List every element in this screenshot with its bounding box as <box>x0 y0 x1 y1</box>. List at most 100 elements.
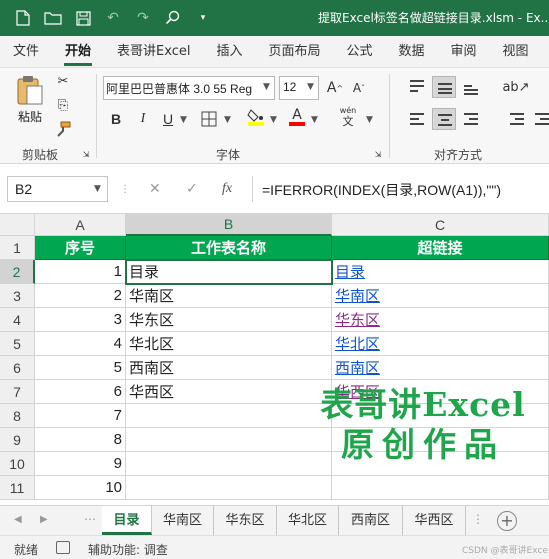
sheet-tab-huaxi[interactable]: 华西区 <box>403 506 466 535</box>
open-folder-icon[interactable] <box>40 5 66 31</box>
table-cell[interactable]: 8 <box>35 428 126 452</box>
table-cell[interactable]: 2 <box>35 284 126 308</box>
decrease-font-icon[interactable]: Aˇ <box>350 77 368 99</box>
row-header[interactable]: 9 <box>0 428 35 452</box>
table-cell[interactable]: 华东区 <box>126 308 332 332</box>
phonetic-dropdown-icon[interactable]: ▼ <box>366 115 373 125</box>
tab-review[interactable]: 审阅 <box>438 36 490 68</box>
clipboard-launcher-icon[interactable]: ⇲ <box>80 148 92 160</box>
font-name-dropdown-icon[interactable]: ▼ <box>263 82 270 92</box>
table-cell[interactable]: 1 <box>35 260 126 284</box>
sheet-tab-huanan[interactable]: 华南区 <box>152 506 214 535</box>
table-cell[interactable]: 9 <box>35 452 126 476</box>
new-file-icon[interactable] <box>10 5 36 31</box>
formula-input[interactable]: =IFERROR(INDEX(目录,ROW(A1)),"") <box>262 180 501 200</box>
hyperlink-cell[interactable]: 华北区 <box>332 332 549 356</box>
table-cell[interactable]: 3 <box>35 308 126 332</box>
select-all-button[interactable] <box>0 214 35 236</box>
tab-file[interactable]: 文件 <box>0 36 52 68</box>
sheet-tab-mulu[interactable]: 目录 <box>102 506 152 535</box>
paste-button[interactable]: 粘贴 <box>12 74 48 130</box>
table-cell[interactable]: 4 <box>35 332 126 356</box>
bold-button[interactable]: B <box>108 108 124 130</box>
underline-dropdown-icon[interactable]: ▼ <box>180 115 187 125</box>
align-center-button[interactable] <box>432 108 456 130</box>
font-color-icon[interactable]: A <box>288 106 306 128</box>
fill-color-icon[interactable] <box>246 106 266 128</box>
insert-function-icon[interactable]: fx <box>222 181 232 197</box>
fill-color-dropdown-icon[interactable]: ▼ <box>270 115 277 125</box>
decrease-indent-button[interactable] <box>505 108 529 130</box>
copy-icon[interactable]: ⎘ <box>52 94 74 116</box>
row-header[interactable]: 6 <box>0 356 35 380</box>
sheet-tab-huadong[interactable]: 华东区 <box>214 506 277 535</box>
table-cell[interactable] <box>126 476 332 500</box>
row-header[interactable]: 8 <box>0 404 35 428</box>
align-left-button[interactable] <box>405 108 429 130</box>
tab-page-layout[interactable]: 页面布局 <box>255 36 333 68</box>
customize-toolbar-icon[interactable]: ▾ <box>190 5 216 31</box>
italic-button[interactable]: I <box>135 108 151 130</box>
save-icon[interactable] <box>70 5 96 31</box>
row-header[interactable]: 1 <box>0 236 35 260</box>
column-header-b[interactable]: B <box>126 214 332 236</box>
borders-dropdown-icon[interactable]: ▼ <box>224 115 231 125</box>
row-header[interactable]: 4 <box>0 308 35 332</box>
header-cell-c[interactable]: 超链接 <box>332 236 549 260</box>
tab-insert[interactable]: 插入 <box>203 36 255 68</box>
font-launcher-icon[interactable]: ⇲ <box>372 148 384 160</box>
sheet-tab-xinan[interactable]: 西南区 <box>339 506 403 535</box>
name-box-dropdown-icon[interactable]: ▼ <box>94 184 101 194</box>
accessibility-status[interactable]: 辅助功能: 调查 <box>88 541 168 558</box>
cut-icon[interactable]: ✂ <box>52 70 74 92</box>
tab-data[interactable]: 数据 <box>386 36 438 68</box>
redo-icon[interactable]: ↷ <box>130 5 156 31</box>
hyperlink-cell[interactable]: 华东区 <box>332 308 549 332</box>
table-cell[interactable]: 5 <box>35 356 126 380</box>
cancel-icon[interactable]: ✕ <box>149 181 161 197</box>
underline-button[interactable]: U <box>160 108 176 130</box>
row-header[interactable]: 10 <box>0 452 35 476</box>
more-options-icon[interactable]: ⋮ <box>120 184 130 195</box>
table-cell[interactable]: 华西区 <box>126 380 332 404</box>
borders-icon[interactable] <box>200 108 218 130</box>
font-size-dropdown-icon[interactable]: ▼ <box>307 82 314 92</box>
hyperlink-cell[interactable]: 西南区 <box>332 356 549 380</box>
tab-view[interactable]: 视图 <box>490 36 542 68</box>
row-header[interactable]: 5 <box>0 332 35 356</box>
table-cell[interactable] <box>126 404 332 428</box>
add-sheet-icon[interactable]: + <box>497 511 517 531</box>
tab-home[interactable]: 开始 <box>52 36 104 68</box>
table-cell[interactable]: 6 <box>35 380 126 404</box>
row-header[interactable]: 7 <box>0 380 35 404</box>
column-header-a[interactable]: A <box>35 214 126 236</box>
table-cell[interactable]: 华北区 <box>126 332 332 356</box>
prev-sheet-icon[interactable]: ◀ <box>14 514 22 525</box>
table-cell[interactable]: 10 <box>35 476 126 500</box>
phonetic-guide-icon[interactable]: wén 文 <box>334 106 362 128</box>
tab-formulas[interactable]: 公式 <box>334 36 386 68</box>
row-header[interactable]: 2 <box>0 260 35 284</box>
increase-indent-button[interactable] <box>530 108 549 130</box>
middle-align-button[interactable] <box>432 76 456 98</box>
orientation-icon[interactable]: ab↗ <box>502 76 529 98</box>
next-sheet-icon[interactable]: ▶ <box>40 514 48 525</box>
undo-icon[interactable]: ↶ <box>100 5 126 31</box>
hyperlink-cell[interactable]: 目录 <box>332 260 549 284</box>
tab-biaoge-excel[interactable]: 表哥讲Excel <box>104 36 203 68</box>
format-painter-icon[interactable] <box>52 118 74 140</box>
align-right-button[interactable] <box>459 108 483 130</box>
row-header[interactable]: 3 <box>0 284 35 308</box>
macro-record-icon[interactable] <box>56 541 70 554</box>
table-cell[interactable] <box>126 428 332 452</box>
table-cell[interactable]: 西南区 <box>126 356 332 380</box>
table-cell[interactable] <box>126 452 332 476</box>
table-cell[interactable]: 华南区 <box>126 284 332 308</box>
column-header-c[interactable]: C <box>332 214 549 236</box>
font-color-dropdown-icon[interactable]: ▼ <box>311 115 318 125</box>
increase-font-icon[interactable]: A ^ <box>326 77 344 99</box>
row-header[interactable]: 11 <box>0 476 35 500</box>
sheet-tab-huabei[interactable]: 华北区 <box>277 506 339 535</box>
enter-icon[interactable]: ✓ <box>186 181 198 197</box>
sheet-menu-icon[interactable]: ⋯ <box>84 512 96 526</box>
